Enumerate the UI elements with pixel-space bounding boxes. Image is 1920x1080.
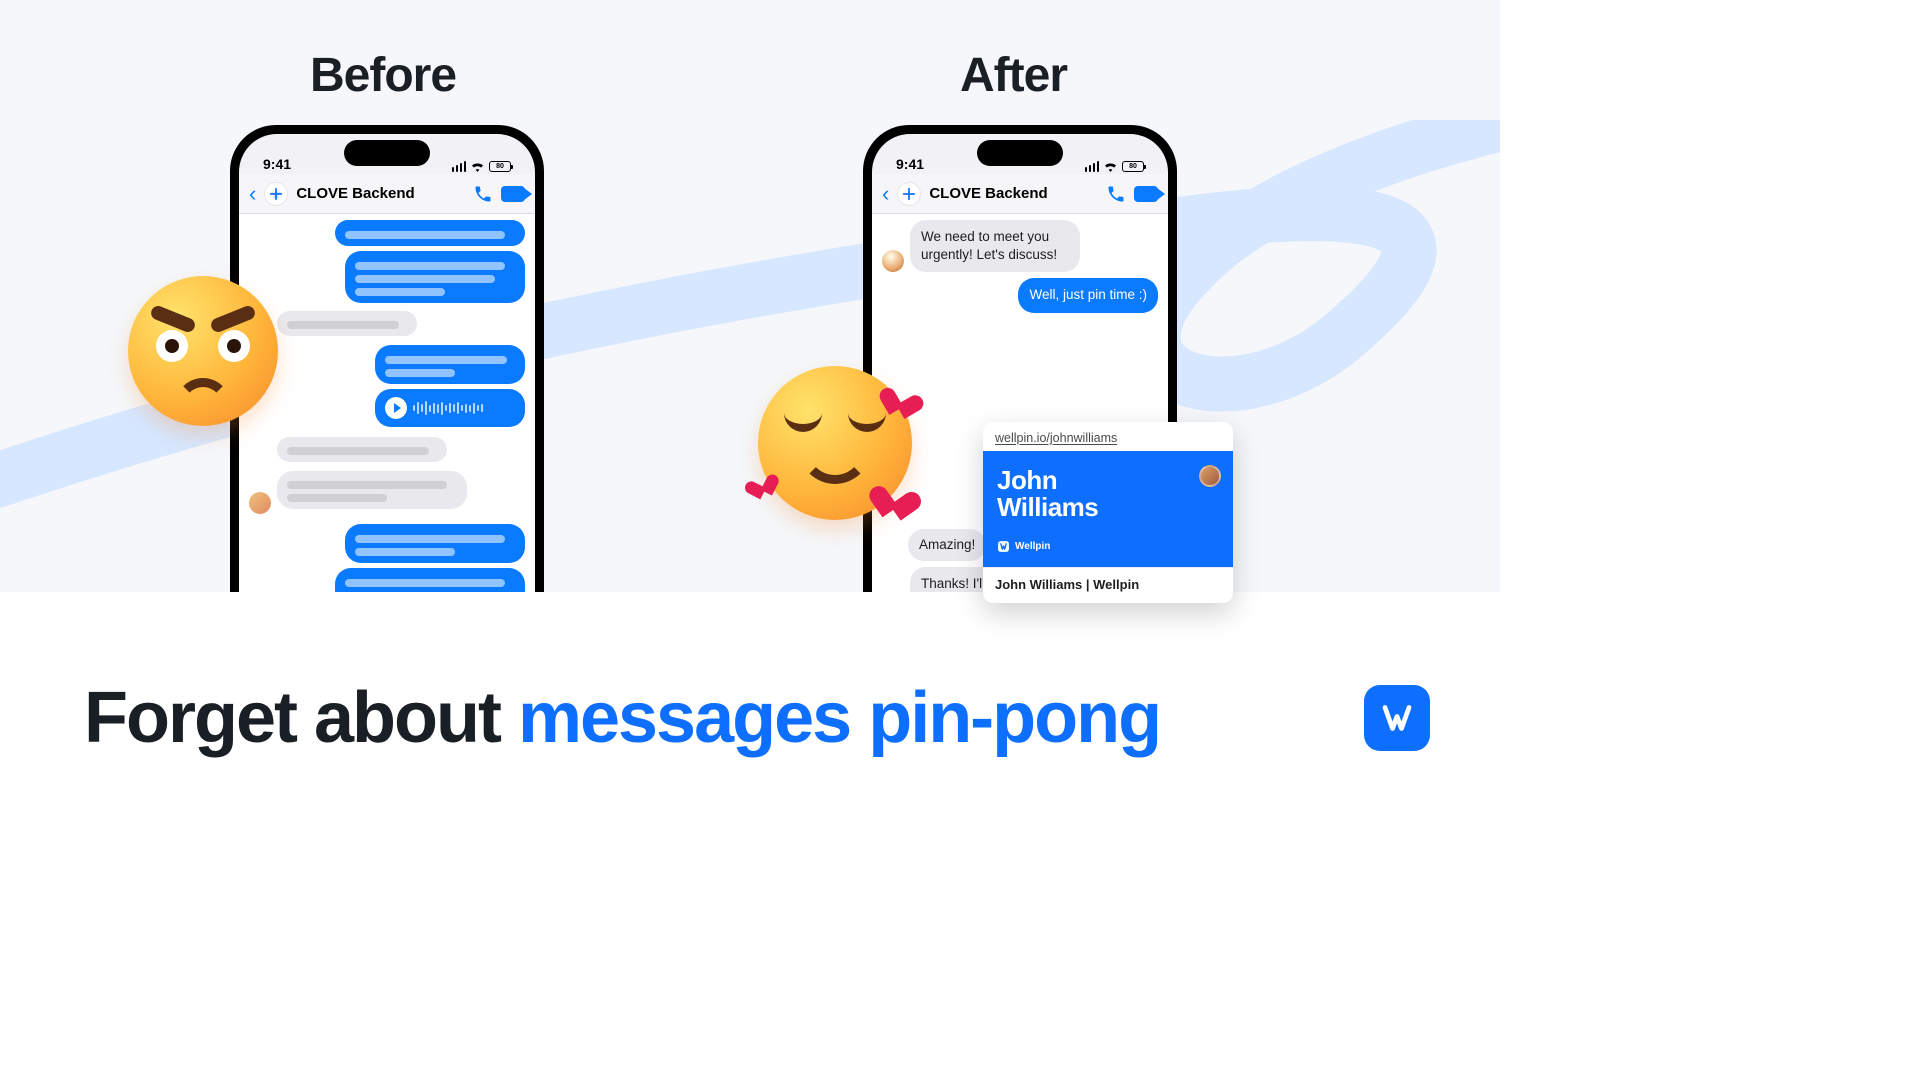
- link-card-first-name: John: [997, 465, 1057, 495]
- audio-call-icon[interactable]: [473, 184, 493, 204]
- dynamic-island: [977, 140, 1063, 166]
- chat-name: CLOVE Backend: [296, 185, 465, 202]
- incoming-bubble-placeholder: [277, 437, 447, 462]
- phone-screen: 9:41 80 ‹ CLOVE Backend: [239, 134, 535, 595]
- chat-header: ‹ CLOVE Backend: [239, 174, 535, 214]
- link-card-url: wellpin.io/johnwilliams: [983, 422, 1233, 451]
- headline: Forget about messages pin-pong: [84, 677, 1160, 759]
- wellpin-app-icon: [1364, 685, 1430, 751]
- outgoing-bubble-placeholder: [345, 524, 525, 563]
- incoming-bubble-placeholder: [277, 471, 467, 509]
- link-card-name: John Williams: [997, 467, 1219, 520]
- battery-icon: 80: [1122, 161, 1144, 172]
- link-card-brand-text: Wellpin: [1015, 541, 1050, 552]
- battery-level: 80: [1129, 163, 1137, 170]
- battery-icon: 80: [489, 161, 511, 172]
- link-card-last-name: Williams: [997, 492, 1098, 522]
- incoming-message: Amazing!: [908, 529, 986, 561]
- chat-avatar-icon: [897, 182, 921, 206]
- incoming-message-row: We need to meet you urgently! Let's disc…: [882, 220, 1158, 272]
- contact-avatar: [249, 492, 271, 514]
- status-time: 9:41: [263, 156, 291, 172]
- dynamic-island: [344, 140, 430, 166]
- wifi-icon: [470, 161, 485, 172]
- link-card-hero: John Williams Wellpin: [983, 451, 1233, 567]
- link-card-avatar: [1199, 465, 1221, 487]
- outgoing-bubble-placeholder: [335, 568, 525, 595]
- audio-waveform-icon: [413, 401, 483, 415]
- cellular-signal-icon: [452, 161, 467, 172]
- video-call-icon[interactable]: [1134, 186, 1158, 202]
- back-chevron-icon[interactable]: ‹: [249, 181, 256, 207]
- chat-name: CLOVE Backend: [929, 185, 1098, 202]
- battery-level: 80: [496, 163, 504, 170]
- wellpin-logo-icon: [997, 540, 1010, 553]
- status-indicators: 80: [1085, 161, 1145, 172]
- chat-header: ‹ CLOVE Backend: [872, 174, 1168, 214]
- incoming-bubble-placeholder: [277, 311, 417, 336]
- after-heading: After: [960, 48, 1067, 103]
- outgoing-voice-message[interactable]: [375, 389, 525, 427]
- video-call-icon[interactable]: [501, 186, 525, 202]
- link-card-footer: John Williams | Wellpin: [983, 567, 1233, 603]
- contact-avatar: [882, 250, 904, 272]
- audio-call-icon[interactable]: [1106, 184, 1126, 204]
- status-indicators: 80: [452, 161, 512, 172]
- smiling-hearts-emoji: [758, 366, 912, 520]
- phone-mockup-after: 9:41 80 ‹ CLOVE Backend We ne: [863, 125, 1177, 595]
- outgoing-message-row: Well, just pin time :): [882, 278, 1158, 312]
- before-heading: Before: [310, 48, 456, 103]
- status-time: 9:41: [896, 156, 924, 172]
- angry-face-emoji: [128, 276, 278, 426]
- headline-plain: Forget about: [84, 678, 518, 758]
- outgoing-bubble-placeholder: [345, 251, 525, 303]
- headline-accent: messages pin-pong: [518, 678, 1160, 758]
- wifi-icon: [1103, 161, 1118, 172]
- cellular-signal-icon: [1085, 161, 1100, 172]
- wellpin-link-card[interactable]: wellpin.io/johnwilliams John Williams We…: [983, 422, 1233, 603]
- back-chevron-icon[interactable]: ‹: [882, 181, 889, 207]
- chat-avatar-icon: [264, 182, 288, 206]
- headline-section: Forget about messages pin-pong: [0, 592, 1500, 844]
- outgoing-message: Well, just pin time :): [1018, 278, 1158, 312]
- play-icon[interactable]: [385, 397, 407, 419]
- outgoing-bubble-placeholder: [375, 345, 525, 384]
- link-card-brand: Wellpin: [997, 540, 1219, 553]
- chat-body: [239, 214, 535, 595]
- incoming-message: We need to meet you urgently! Let's disc…: [910, 220, 1080, 272]
- outgoing-bubble-placeholder: [335, 220, 525, 246]
- marketing-comparison-graphic: Before After 9:41 80 ‹ CLOVE Backend: [0, 0, 1500, 844]
